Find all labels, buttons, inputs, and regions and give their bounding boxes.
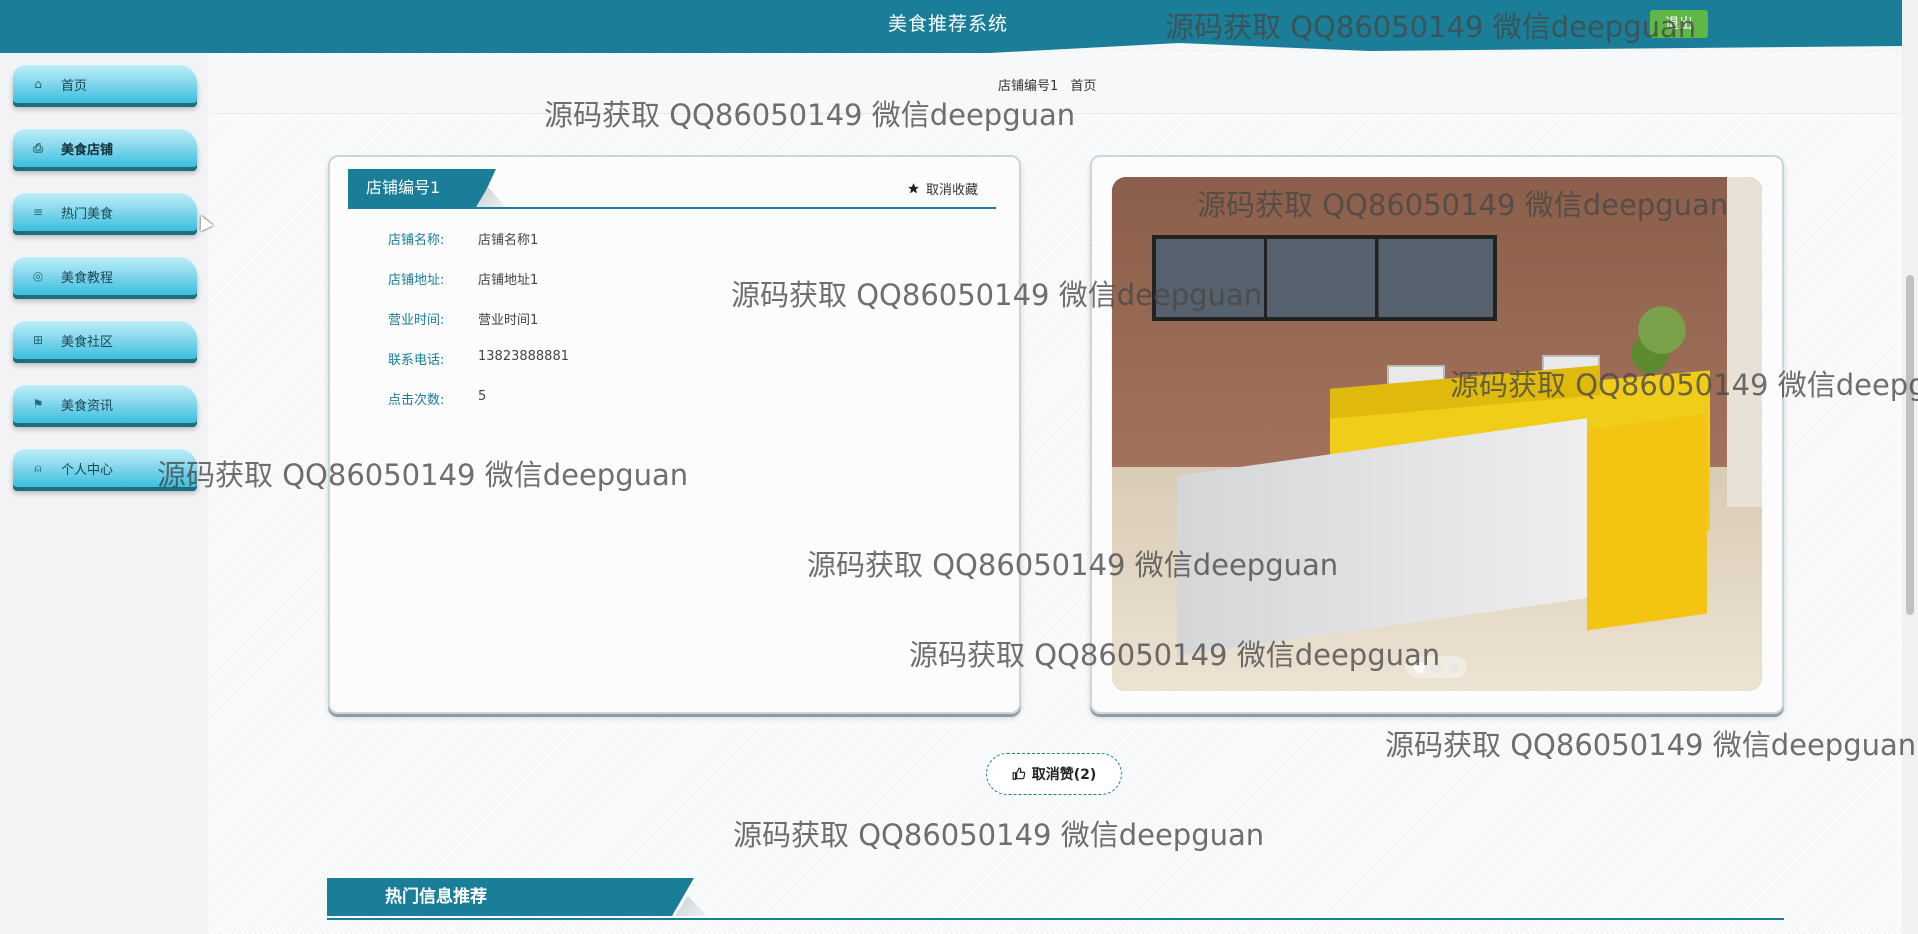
sidebar-item-tutorials[interactable]: ◎ 美食教程 xyxy=(13,257,197,295)
tutorial-icon: ◎ xyxy=(32,269,44,283)
sidebar-item-profile[interactable]: ⍝ 个人中心 xyxy=(13,449,197,487)
field-value: 店铺地址1 xyxy=(478,273,539,288)
breadcrumb-home[interactable]: 首页 xyxy=(1070,79,1096,94)
photo-counter-end xyxy=(1587,413,1707,631)
sidebar-item-label: 美食资讯 xyxy=(61,398,114,414)
field-value: 店铺名称1 xyxy=(478,233,539,248)
carousel-indicators xyxy=(1405,656,1467,678)
thumbs-up-icon xyxy=(1012,767,1026,780)
store-photo[interactable] xyxy=(1112,177,1762,691)
sidebar-item-news[interactable]: ⚑ 美食资讯 xyxy=(13,385,197,423)
header-decoration xyxy=(0,43,1902,53)
breadcrumb: 店铺编号1 首页 xyxy=(998,75,1104,94)
home-icon: ⌂ xyxy=(34,77,42,91)
recommend-title: 热门信息推荐 xyxy=(327,878,694,916)
store-info-card: 店铺编号1 取消收藏 店铺名称: 店铺名称1 店铺地址: 店铺地址1 营业时间:… xyxy=(328,155,1021,714)
carousel-dot[interactable] xyxy=(1430,661,1442,673)
user-icon: ⍝ xyxy=(34,460,42,475)
store-fields: 店铺名称: 店铺名称1 店铺地址: 店铺地址1 营业时间: 营业时间1 联系电话… xyxy=(388,229,569,429)
sidebar-item-hot-food[interactable]: ≡ 热门美食 xyxy=(13,193,197,231)
unfavorite-label: 取消收藏 xyxy=(925,183,978,198)
photo-shelf xyxy=(1727,177,1762,507)
sidebar-item-label: 美食教程 xyxy=(61,270,114,286)
sidebar-item-community[interactable]: ⊞ 美食社区 xyxy=(13,321,197,359)
site-title: 美食推荐系统 xyxy=(888,13,1009,35)
field-value: 5 xyxy=(478,389,487,404)
field-value: 13823888881 xyxy=(478,349,569,364)
field-store-address: 店铺地址: 店铺地址1 xyxy=(388,269,569,309)
sidebar-item-label: 美食社区 xyxy=(61,334,114,350)
field-label: 联系电话: xyxy=(388,353,445,368)
field-value: 营业时间1 xyxy=(478,313,539,328)
field-label: 营业时间: xyxy=(388,313,445,328)
scrollbar-thumb[interactable] xyxy=(1906,275,1914,615)
breadcrumb-current: 店铺编号1 xyxy=(998,79,1059,94)
page-scrollbar[interactable] xyxy=(1902,0,1918,934)
photo-windows xyxy=(1152,235,1497,321)
field-label: 点击次数: xyxy=(388,393,445,408)
star-icon xyxy=(908,183,919,194)
top-header: 美食推荐系统 退出 xyxy=(0,0,1902,53)
logout-button[interactable]: 退出 xyxy=(1650,10,1708,38)
sidebar-item-label: 美食店铺 xyxy=(61,142,114,158)
unlike-button[interactable]: 取消赞(2) xyxy=(986,753,1122,795)
sliders-icon: ≡ xyxy=(32,205,44,219)
field-store-name: 店铺名称: 店铺名称1 xyxy=(388,229,569,269)
sidebar-item-label: 热门美食 xyxy=(61,206,114,222)
sidebar-item-label: 首页 xyxy=(61,78,88,94)
store-icon: ⎙ xyxy=(33,140,43,155)
carousel-dot[interactable] xyxy=(1447,661,1459,673)
field-click-count: 点击次数: 5 xyxy=(388,389,569,429)
flag-icon: ⚑ xyxy=(32,397,44,411)
sidebar-item-home[interactable]: ⌂ 首页 xyxy=(13,65,197,103)
field-label: 店铺地址: xyxy=(388,273,445,288)
sidebar-item-stores[interactable]: ⎙ 美食店铺 xyxy=(13,129,197,167)
sidebar: ⌂ 首页 ⎙ 美食店铺 ≡ 热门美食 ◎ 美食教程 ⊞ 美食社区 ⚑ 美食资讯 … xyxy=(0,53,208,934)
store-title: 店铺编号1 xyxy=(348,169,496,207)
recommend-section-header: 热门信息推荐 xyxy=(327,878,1784,920)
sidebar-item-label: 个人中心 xyxy=(61,462,114,478)
unlike-label: 取消赞(2) xyxy=(1031,767,1097,783)
info-card-header: 店铺编号1 取消收藏 xyxy=(348,169,996,209)
field-phone: 联系电话: 13823888881 xyxy=(388,349,569,389)
image-carousel-card xyxy=(1090,155,1784,714)
field-business-hours: 营业时间: 营业时间1 xyxy=(388,309,569,349)
field-label: 店铺名称: xyxy=(388,233,445,248)
carousel-dot[interactable] xyxy=(1413,661,1425,673)
community-icon: ⊞ xyxy=(32,333,44,347)
unfavorite-button[interactable]: 取消收藏 xyxy=(907,179,978,198)
